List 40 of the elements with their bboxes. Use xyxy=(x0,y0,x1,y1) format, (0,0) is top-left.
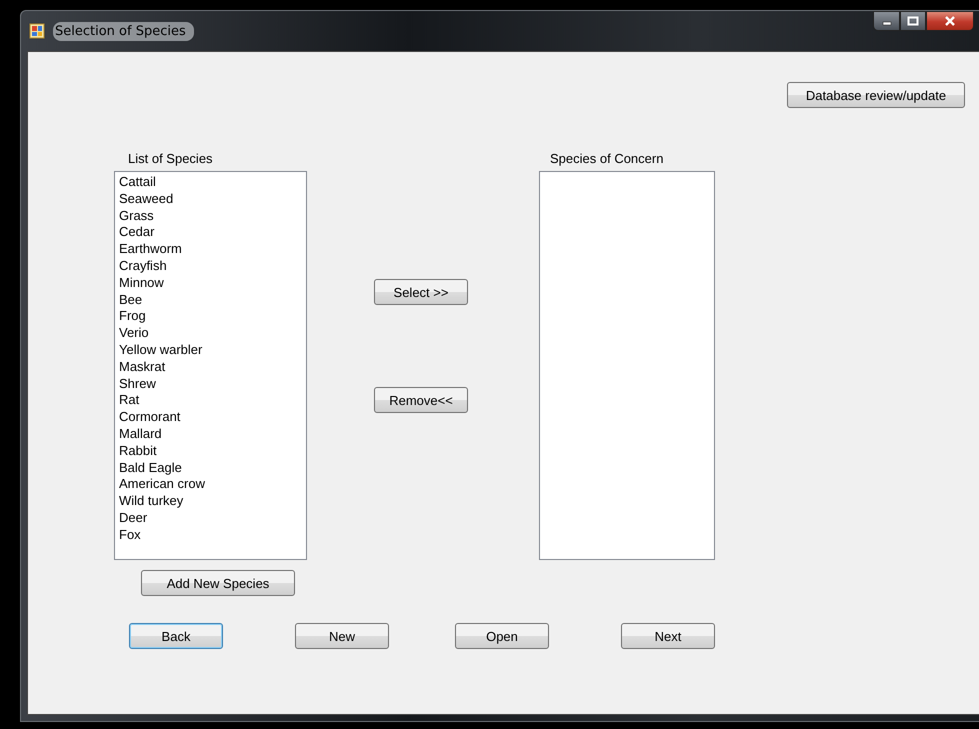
nav-button[interactable]: Back xyxy=(129,623,223,649)
list-item[interactable]: Seaweed xyxy=(119,190,306,208)
species-listbox[interactable]: Cattail Seaweed Grass Cedar Earthworm Crayfish Minnow Bee Frog Verio Yellow warbler Maskrat Shrew Rat Cormorant Mallard Rabbit Bald Eagle American crow Wild turkey Deer Fox xyxy=(114,171,307,560)
database-button[interactable]: Database review/update xyxy=(787,82,965,108)
list-item[interactable]: Deer xyxy=(119,510,306,527)
list-item[interactable]: Maskrat xyxy=(119,358,306,376)
list-item[interactable]: Frog xyxy=(119,308,306,326)
list-label: List of Species xyxy=(127,151,214,168)
nav-button[interactable]: New xyxy=(295,623,389,649)
list-item[interactable]: Mallard xyxy=(119,426,306,443)
remove-button[interactable]: Remove<< xyxy=(374,387,468,413)
list-item[interactable]: Cedar xyxy=(119,224,306,242)
list-item[interactable]: Cattail xyxy=(119,174,306,191)
list-item[interactable]: Crayfish xyxy=(119,258,306,275)
list-label: Species of Concern xyxy=(549,151,664,168)
list-item[interactable]: American crow xyxy=(119,476,306,494)
close-button[interactable] xyxy=(926,11,974,31)
window-title: Selection of Species xyxy=(53,22,194,40)
list-item[interactable]: Minnow xyxy=(119,274,306,292)
list-item[interactable]: Shrew xyxy=(119,376,306,392)
list-item[interactable]: Earthworm xyxy=(119,241,306,258)
list-item[interactable]: Bee xyxy=(119,292,306,308)
list-item[interactable]: Bald Eagle xyxy=(119,460,306,476)
close-icon xyxy=(944,16,956,26)
maximize-icon xyxy=(907,16,919,26)
list-item[interactable]: Wild turkey xyxy=(119,493,306,510)
select-button[interactable]: Select >> xyxy=(374,279,468,305)
nav-button[interactable]: Next xyxy=(621,623,715,649)
list-item[interactable]: Verio xyxy=(119,325,306,342)
list-item[interactable]: Fox xyxy=(119,526,306,544)
list-item[interactable]: Grass xyxy=(119,208,306,224)
list-item[interactable]: Cormorant xyxy=(119,409,306,426)
list-item[interactable]: Rabbit xyxy=(119,442,306,460)
add-species-button[interactable]: Add New Species xyxy=(141,570,295,596)
list-item[interactable]: Rat xyxy=(119,392,306,410)
maximize-button[interactable] xyxy=(900,11,926,31)
minimize-button[interactable] xyxy=(873,11,900,31)
nav-button[interactable]: Open xyxy=(455,623,549,649)
app-icon xyxy=(29,23,45,39)
list-item[interactable]: Yellow warbler xyxy=(119,342,306,359)
